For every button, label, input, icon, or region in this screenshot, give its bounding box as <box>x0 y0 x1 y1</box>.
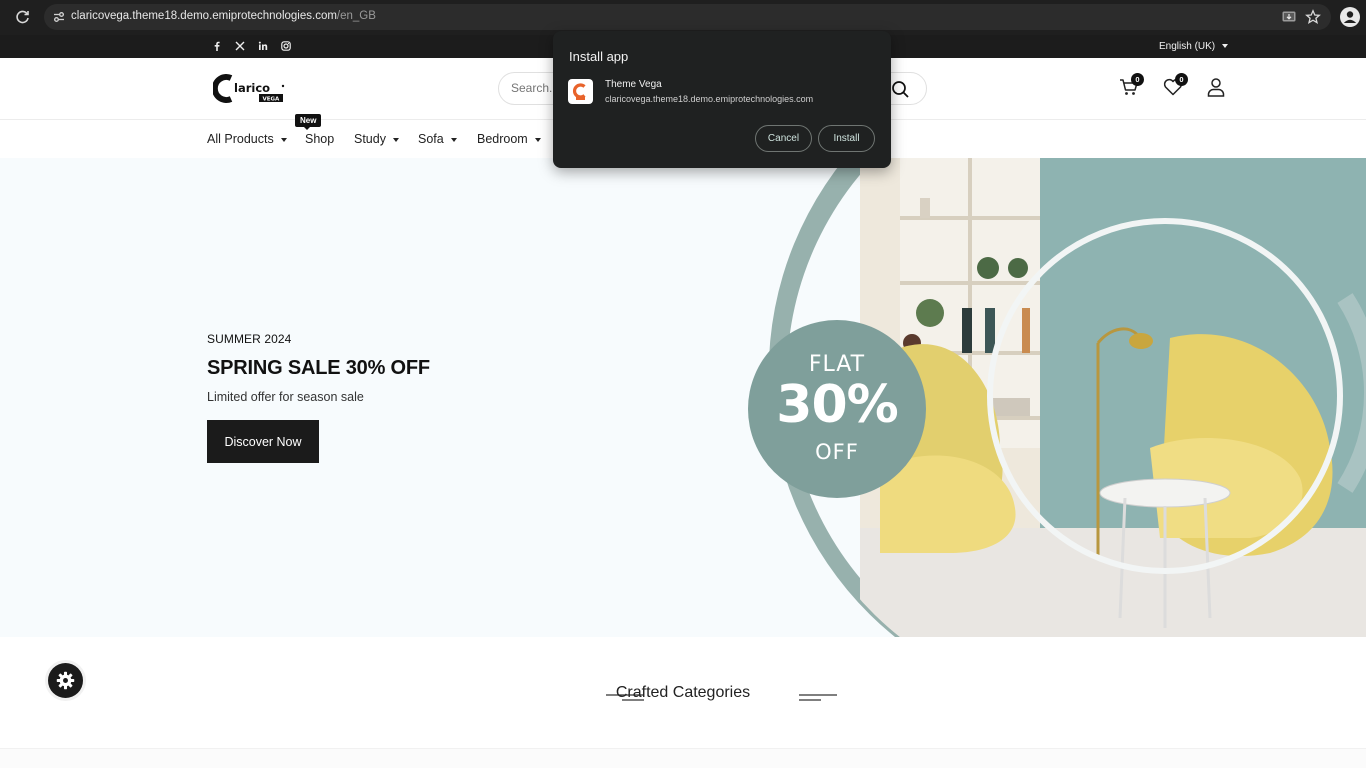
install-app-name: Theme Vega <box>605 79 662 90</box>
x-twitter-icon[interactable] <box>234 40 246 52</box>
chevron-down-icon <box>392 137 399 142</box>
clarico-logo[interactable]: larico VEGA <box>213 72 287 106</box>
url-text: claricovega.theme18.demo.emiprotechnolog… <box>71 10 376 22</box>
discount-badge: FLAT 30% OFF <box>748 320 926 498</box>
instagram-icon[interactable] <box>280 40 292 52</box>
discount-line-2: 30% <box>776 375 898 435</box>
chevron-down-icon <box>1222 44 1228 48</box>
hero-banner: SUMMER 2024 SPRING SALE 30% OFF Limited … <box>0 158 1366 637</box>
language-selector[interactable]: English (UK) <box>1159 41 1215 52</box>
site-settings-icon[interactable] <box>52 10 66 24</box>
search-icon[interactable] <box>891 80 910 99</box>
nav-item-sofa[interactable]: Sofa <box>418 132 457 146</box>
discount-line-1: FLAT <box>808 352 866 377</box>
chevron-down-icon <box>534 137 541 142</box>
section-title-crafted-categories: Crafted Categories <box>615 684 751 701</box>
cart-count-badge: 0 <box>1131 73 1144 86</box>
user-account-icon[interactable] <box>1205 76 1227 98</box>
discount-line-3: OFF <box>815 440 859 464</box>
address-bar[interactable]: claricovega.theme18.demo.emiprotechnolog… <box>44 4 1331 30</box>
heading-decoration-right <box>799 694 837 701</box>
new-tag-badge: New <box>295 114 322 130</box>
nav-item-study[interactable]: Study <box>354 132 399 146</box>
browser-toolbar: claricovega.theme18.demo.emiprotechnolog… <box>0 0 1366 35</box>
hero-subtitle: SUMMER 2024 <box>207 332 292 346</box>
app-logo-icon <box>568 79 593 104</box>
hero-title: SPRING SALE 30% OFF <box>207 357 430 379</box>
install-app-url: claricovega.theme18.demo.emiprotechnolog… <box>605 94 814 104</box>
linkedin-icon[interactable] <box>257 40 269 52</box>
wishlist-count-badge: 0 <box>1175 73 1188 86</box>
svg-text:VEGA: VEGA <box>263 97 281 103</box>
nav-item-bedroom[interactable]: Bedroom <box>477 132 541 146</box>
hero-image <box>768 158 1366 637</box>
profile-avatar[interactable] <box>1340 7 1360 27</box>
nav-item-shop[interactable]: Shop <box>305 132 334 146</box>
facebook-icon[interactable] <box>211 40 223 52</box>
install-button[interactable]: Install <box>818 125 875 152</box>
bookmark-star-icon[interactable] <box>1305 9 1321 25</box>
install-dialog-title: Install app <box>569 49 629 64</box>
install-app-icon[interactable] <box>1281 9 1297 25</box>
discover-now-button[interactable]: Discover Now <box>207 420 319 463</box>
chevron-down-icon <box>450 137 457 142</box>
nav-item-all-products[interactable]: All Products <box>207 132 287 146</box>
hero-description: Limited offer for season sale <box>207 390 364 404</box>
reload-icon[interactable] <box>14 8 32 26</box>
install-app-dialog: Install app Theme Vega claricovega.theme… <box>553 31 891 168</box>
section-divider <box>0 748 1366 768</box>
svg-text:larico: larico <box>234 81 270 95</box>
chevron-down-icon <box>280 137 287 142</box>
cancel-button[interactable]: Cancel <box>755 125 812 152</box>
